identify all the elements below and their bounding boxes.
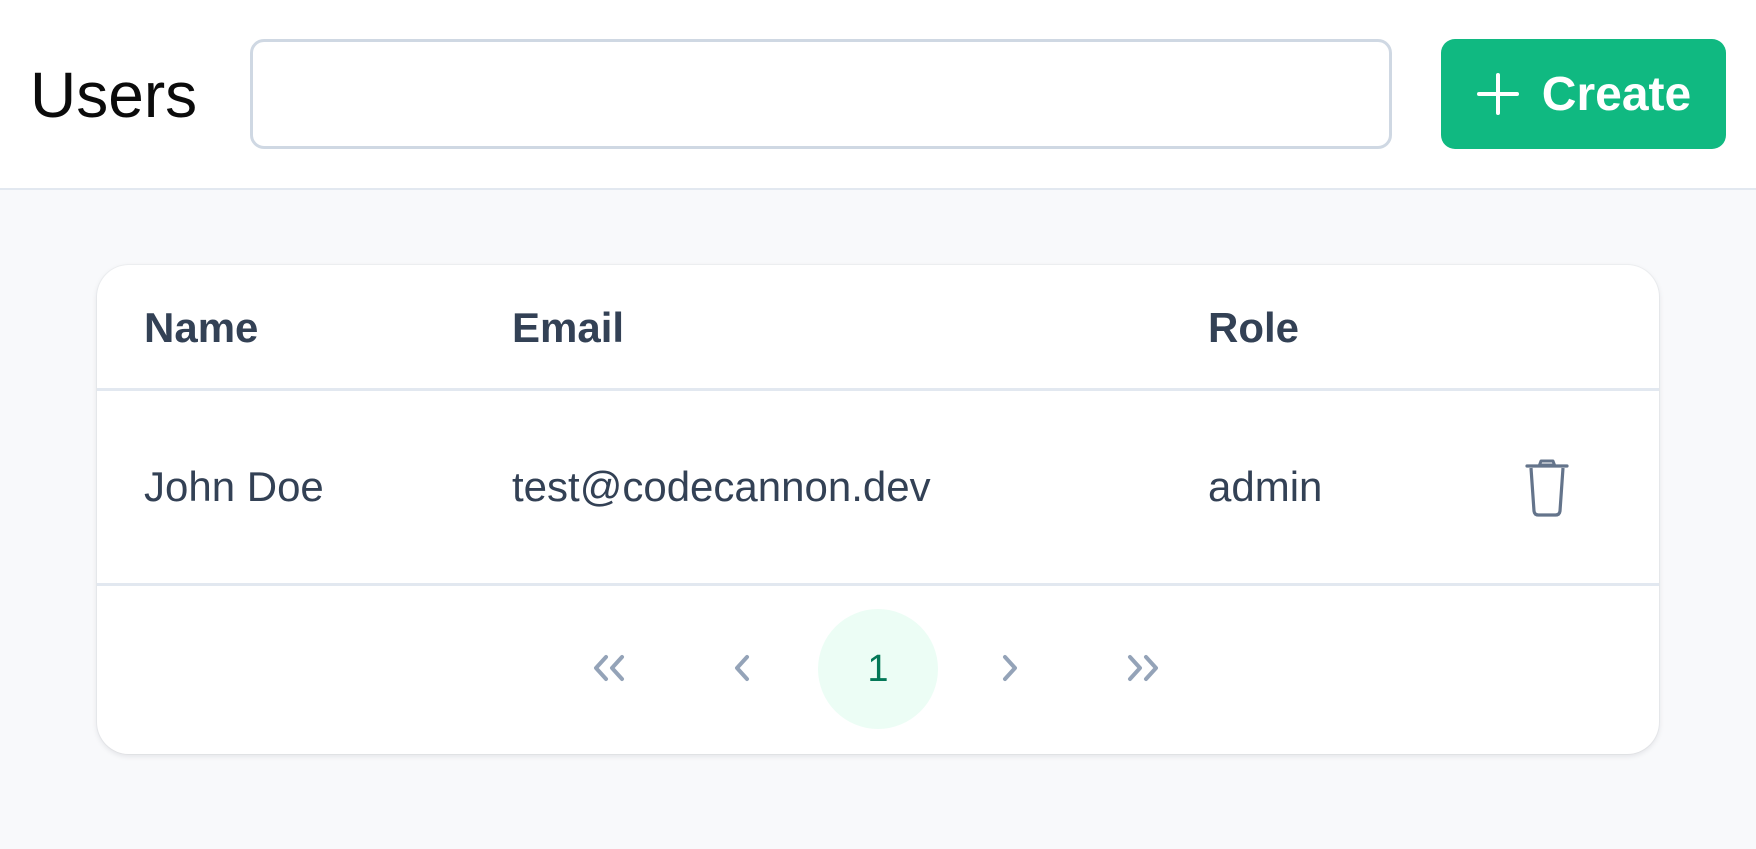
- cell-role: admin: [1208, 463, 1323, 510]
- page-title: Users: [30, 59, 198, 131]
- trash-icon: [1517, 459, 1577, 526]
- create-button-label: Create: [1541, 67, 1692, 121]
- first-page-icon: [588, 650, 634, 689]
- column-header-name: Name: [144, 304, 259, 351]
- column-header-email: Email: [512, 304, 625, 351]
- last-page-icon: [1118, 650, 1164, 689]
- first-page-button[interactable]: [551, 609, 671, 729]
- plus-icon: [1476, 72, 1520, 116]
- previous-page-icon: [728, 650, 758, 689]
- users-table-card: Name Email Role John Doe test@codecannon…: [97, 265, 1659, 754]
- table-header: Name Email Role: [97, 265, 1659, 391]
- top-bar: Users Create: [0, 0, 1756, 190]
- previous-page-button[interactable]: [683, 609, 803, 729]
- next-page-icon: [994, 650, 1024, 689]
- cell-name: John Doe: [144, 463, 324, 510]
- cell-email: test@codecannon.dev: [512, 463, 931, 510]
- delete-user-button[interactable]: [1517, 453, 1577, 523]
- search-input[interactable]: [250, 39, 1392, 149]
- page-1-button[interactable]: 1: [818, 609, 938, 729]
- create-button[interactable]: Create: [1441, 39, 1726, 149]
- next-page-button[interactable]: [949, 609, 1069, 729]
- table-row: John Doe test@codecannon.dev admin: [97, 391, 1659, 586]
- last-page-button[interactable]: [1081, 609, 1201, 729]
- pagination: 1: [97, 586, 1659, 754]
- column-header-role: Role: [1208, 304, 1300, 351]
